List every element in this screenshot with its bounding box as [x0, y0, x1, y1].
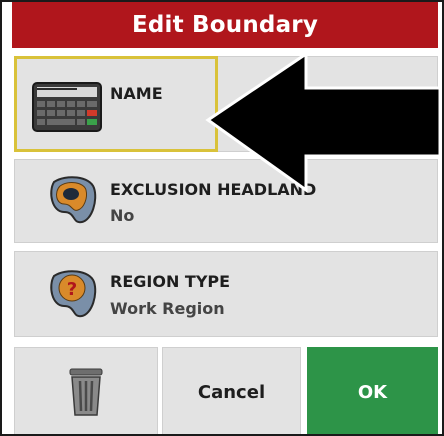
cancel-button[interactable]: Cancel [162, 347, 301, 434]
exclusion-headland-label: EXCLUSION HEADLAND [110, 180, 317, 199]
region-type-value: Work Region [110, 299, 225, 318]
keyboard-icon [32, 82, 102, 132]
region-type-icon: ? [50, 270, 97, 318]
region-type-label: REGION TYPE [110, 272, 231, 291]
exclusion-headland-icon [50, 176, 97, 224]
name-label: NAME [110, 84, 163, 103]
dialog-title: Edit Boundary [12, 2, 438, 48]
svg-text:?: ? [67, 279, 77, 300]
exclusion-headland-value: No [110, 206, 135, 225]
edit-boundary-dialog: Edit Boundary NAME EXCLUSION HEADLAND No [0, 0, 444, 436]
delete-button[interactable] [14, 347, 158, 434]
ok-button[interactable]: OK [307, 347, 438, 434]
trash-icon [69, 368, 103, 416]
